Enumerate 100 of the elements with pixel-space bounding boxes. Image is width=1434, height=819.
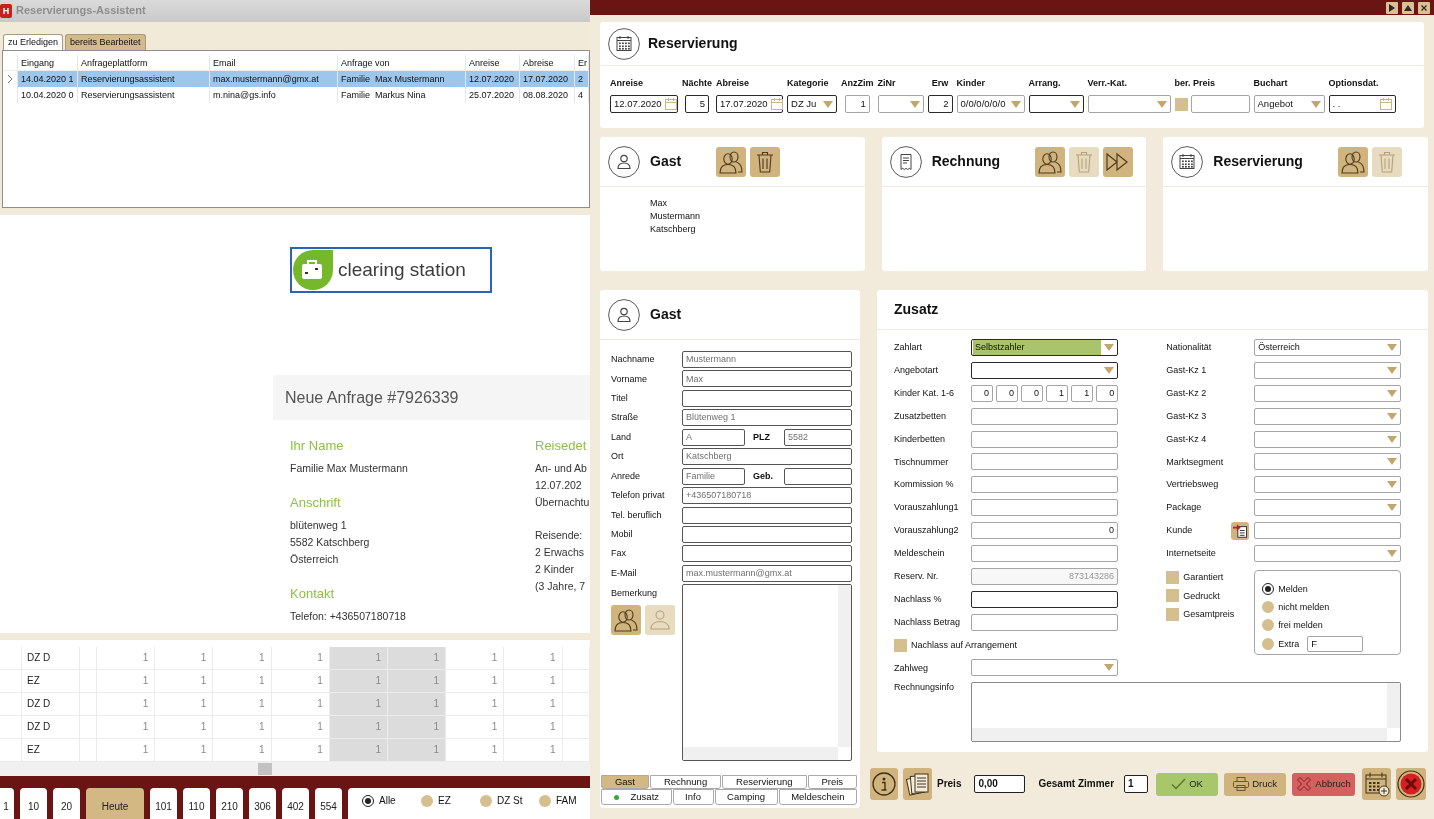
text-field[interactable] bbox=[1254, 522, 1402, 540]
text-field[interactable] bbox=[682, 545, 852, 563]
text-field[interactable]: Blütenweg 1 bbox=[682, 409, 852, 427]
tab[interactable]: Meldeschein bbox=[778, 789, 857, 805]
radio-icon[interactable] bbox=[421, 795, 433, 807]
checkbox-icon[interactable] bbox=[1174, 97, 1188, 111]
date-field[interactable]: . . bbox=[1328, 95, 1396, 113]
checkbox-icon[interactable] bbox=[1166, 607, 1180, 621]
dropdown[interactable] bbox=[1028, 95, 1084, 113]
text-field[interactable]: A bbox=[682, 428, 745, 446]
price-field[interactable]: 0,00 bbox=[974, 775, 1026, 793]
close-button[interactable] bbox=[1418, 1, 1430, 14]
print-button[interactable]: Druck bbox=[1224, 772, 1287, 796]
delete-button[interactable] bbox=[750, 146, 781, 177]
info-button[interactable] bbox=[870, 768, 898, 800]
text-field[interactable]: F bbox=[1307, 635, 1364, 652]
number-field[interactable]: 5 bbox=[685, 95, 709, 113]
cancel-button[interactable]: Abbruch bbox=[1292, 772, 1356, 796]
number-field[interactable]: 0 bbox=[971, 384, 993, 402]
text-field[interactable] bbox=[971, 430, 1118, 448]
text-field[interactable]: Mustermann bbox=[682, 351, 852, 368]
dropdown[interactable] bbox=[971, 361, 1118, 379]
tab[interactable]: Gast bbox=[601, 775, 649, 789]
text-field[interactable]: max.mustermann@gmx.at bbox=[682, 564, 852, 582]
text-field[interactable] bbox=[971, 453, 1118, 471]
checkbox-icon[interactable] bbox=[894, 638, 907, 652]
checkbox-icon[interactable] bbox=[1166, 570, 1180, 584]
radio-option[interactable]: nicht melden bbox=[1262, 599, 1330, 614]
number-field[interactable]: 0 bbox=[971, 522, 1118, 540]
radio-option[interactable]: frei melden bbox=[1262, 617, 1323, 632]
dropdown[interactable]: DZ Ju bbox=[787, 95, 837, 113]
text-field[interactable] bbox=[682, 389, 852, 407]
text-field[interactable] bbox=[971, 499, 1118, 517]
tab[interactable]: Camping bbox=[714, 789, 778, 805]
radio-icon[interactable] bbox=[362, 795, 374, 807]
tab[interactable]: Preis bbox=[807, 775, 858, 789]
documents-button[interactable] bbox=[903, 768, 932, 800]
number-field[interactable]: 0 bbox=[1096, 384, 1119, 402]
radio-icon[interactable] bbox=[539, 795, 551, 807]
radio-option[interactable]: EZ bbox=[421, 794, 480, 808]
calendar-add-button[interactable] bbox=[1362, 768, 1392, 800]
number-button[interactable]: 210 bbox=[216, 788, 243, 819]
tab[interactable]: Zusatz bbox=[601, 789, 672, 805]
tab[interactable]: Info bbox=[672, 789, 714, 805]
dropdown[interactable]: 0/0/0/0/0/0 bbox=[956, 95, 1025, 113]
play-button[interactable] bbox=[1386, 1, 1398, 14]
radio-option[interactable]: Alle bbox=[362, 794, 421, 808]
scrollbar-thumb[interactable] bbox=[258, 763, 272, 775]
dropdown[interactable]: Selbstzahler bbox=[971, 339, 1118, 356]
radio-icon[interactable] bbox=[1262, 637, 1275, 650]
radio-option[interactable]: Extra bbox=[1262, 636, 1300, 651]
number-field[interactable]: 0 bbox=[996, 384, 1018, 402]
radio-icon[interactable] bbox=[1262, 600, 1275, 613]
number-button[interactable]: 402 bbox=[282, 788, 309, 819]
scrollbar[interactable] bbox=[683, 747, 838, 761]
remark-field[interactable] bbox=[682, 584, 852, 762]
number-field[interactable]: 1 bbox=[844, 95, 870, 113]
text-field[interactable] bbox=[784, 467, 852, 485]
guests-button[interactable] bbox=[1035, 146, 1066, 177]
text-field[interactable] bbox=[971, 590, 1118, 608]
radio-icon[interactable] bbox=[480, 795, 492, 807]
scrollbar[interactable] bbox=[1387, 682, 1400, 728]
guests-button[interactable] bbox=[716, 146, 747, 177]
dropdown[interactable]: Österreich bbox=[1254, 339, 1402, 356]
text-field[interactable] bbox=[682, 506, 852, 524]
checkbox-option[interactable]: Gesamtpreis bbox=[1166, 607, 1255, 621]
number-button[interactable]: 110 bbox=[183, 788, 210, 819]
number-field[interactable]: 1 bbox=[1046, 384, 1069, 402]
invoice-info-field[interactable] bbox=[971, 681, 1401, 742]
text-field[interactable]: Max bbox=[682, 370, 852, 388]
checkbox-option[interactable]: Gedruckt bbox=[1166, 589, 1255, 603]
radio-icon[interactable] bbox=[1262, 582, 1275, 595]
scrollbar-track[interactable] bbox=[0, 762, 590, 776]
checkbox-icon[interactable] bbox=[1166, 589, 1180, 603]
text-field[interactable] bbox=[1190, 95, 1250, 113]
date-field[interactable]: 12.07.2020 bbox=[610, 95, 678, 113]
checkbox-option[interactable]: Garantiert bbox=[1166, 570, 1255, 584]
forward-button[interactable] bbox=[1103, 146, 1134, 177]
number-field[interactable]: 1 bbox=[1071, 384, 1094, 402]
text-field[interactable] bbox=[971, 545, 1118, 562]
date-field[interactable]: 17.07.2020 bbox=[716, 95, 783, 113]
guests-button[interactable] bbox=[611, 605, 641, 636]
text-field[interactable]: Katschberg bbox=[682, 448, 852, 466]
number-field[interactable]: 0 bbox=[1021, 384, 1044, 402]
scrollbar[interactable] bbox=[838, 585, 851, 748]
radio-icon[interactable] bbox=[1262, 618, 1275, 631]
table-row[interactable]: 10.04.2020 0 Reservierungsassistent m.nina@gs.info Familie Markus Nina 25.07.2020 08.08.2020 4 bbox=[18, 87, 589, 103]
tab[interactable]: bereits Bearbeitet bbox=[65, 34, 146, 50]
checkbox-option[interactable]: Nachlass auf Arrangement bbox=[894, 638, 1018, 652]
text-field[interactable] bbox=[971, 407, 1118, 425]
scrollbar[interactable] bbox=[972, 727, 1387, 741]
table-row[interactable]: 14.04.2020 1 Reservierungsassistent max.mustermann@gmx.at Familie Max Mustermann 12.07.2020 17.07.2020 2 bbox=[18, 71, 589, 87]
up-button[interactable] bbox=[1402, 1, 1414, 14]
number-field[interactable]: 2 bbox=[927, 95, 953, 113]
radio-option[interactable]: FAM bbox=[539, 794, 590, 808]
tab[interactable]: Rechnung bbox=[649, 775, 722, 789]
tab[interactable]: zu Erledigen bbox=[3, 34, 64, 50]
text-field[interactable]: Familie bbox=[682, 467, 745, 485]
text-field[interactable] bbox=[971, 476, 1118, 494]
dropdown[interactable]: Angebot bbox=[1253, 95, 1325, 113]
